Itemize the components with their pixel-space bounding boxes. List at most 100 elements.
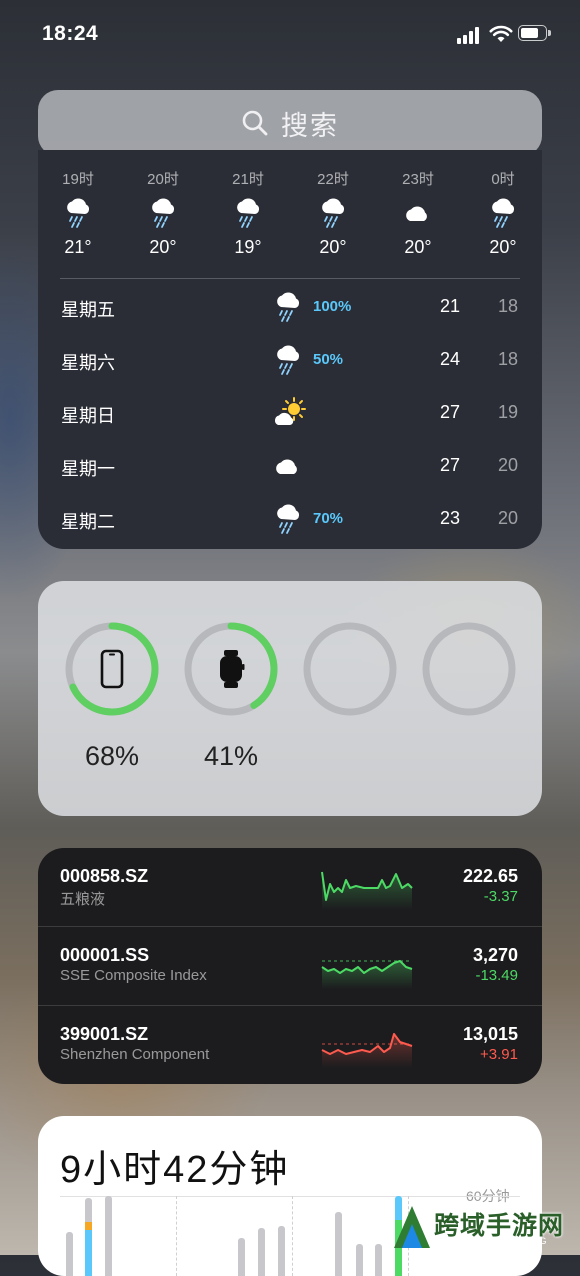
hour-label: 20时: [147, 171, 179, 188]
wifi-icon: [489, 25, 513, 42]
battery-percent: 41%: [203, 741, 259, 771]
search-bar[interactable]: 搜索: [38, 90, 542, 156]
site-watermark: 跨域手游网 KUAYUSHOUYOUWANG: [388, 1196, 580, 1255]
stock-price: 222.65: [462, 866, 518, 886]
usage-bar: [238, 1238, 245, 1276]
stock-name: SSE Composite Index: [60, 967, 207, 984]
hour-temp: 20°: [404, 237, 432, 257]
high-temp: 27: [439, 455, 460, 475]
stock-symbol: 000001.SS: [60, 945, 150, 965]
stock-row[interactable]: 000001.SS SSE Composite Index 3,270 -13.…: [38, 927, 542, 1005]
screen-time-total: 9小时42分钟: [60, 1149, 290, 1191]
hour-label: 23时: [402, 171, 434, 188]
hour-label: 19时: [62, 171, 94, 188]
day-forecast-row: 星期日 27 19: [38, 393, 542, 433]
usage-bar: [258, 1228, 265, 1276]
rain-cloud-icon: [272, 344, 304, 381]
hour-temp: 20°: [319, 237, 347, 257]
stock-symbol: 000858.SZ: [60, 866, 149, 886]
chart-gridline: [292, 1196, 294, 1276]
stock-name: Shenzhen Component: [60, 1046, 210, 1063]
usage-bar: [278, 1226, 285, 1276]
day-name: 星期日: [61, 406, 115, 426]
usage-bar: [105, 1196, 112, 1276]
usage-bar: [85, 1198, 92, 1276]
chart-gridline: [176, 1196, 178, 1276]
rain-cloud-icon: [38, 197, 118, 231]
stock-price: 3,270: [472, 945, 518, 965]
magnifier-icon: [242, 110, 268, 136]
usage-bar: [66, 1232, 73, 1276]
hour-label: 0时: [491, 171, 515, 188]
batteries-widget[interactable]: 68% 41%: [38, 581, 542, 816]
rain-cloud-icon: [123, 197, 203, 231]
day-name: 星期一: [61, 459, 115, 479]
hourly-forecast: 19时 21° 20时 20° 21时 19° 22时 20° 23时 20° …: [38, 168, 542, 268]
precip-chance: 50%: [313, 351, 344, 368]
weather-widget[interactable]: 19时 21° 20时 20° 21时 19° 22时 20° 23时 20° …: [38, 150, 542, 549]
rain-cloud-icon: [208, 197, 288, 231]
rain-cloud-icon: [272, 291, 304, 328]
hour-temp: 20°: [149, 237, 177, 257]
low-temp: 19: [497, 402, 518, 422]
day-forecast-row: 星期一 27 20: [38, 446, 542, 486]
usage-bar: [375, 1244, 382, 1276]
stock-name: 五粮液: [60, 891, 106, 908]
day-forecast-row: 星期五 100% 21 18: [38, 287, 542, 327]
high-temp: 27: [439, 402, 460, 422]
stock-change: -3.37: [483, 888, 518, 905]
day-forecast-row: 星期六 50% 24 18: [38, 340, 542, 380]
hour-label: 21时: [232, 171, 264, 188]
high-temp: 23: [439, 508, 460, 528]
cloud-icon: [378, 197, 458, 231]
high-temp: 24: [439, 349, 460, 369]
status-time: 18:24: [42, 22, 99, 45]
precip-chance: 100%: [313, 298, 352, 315]
precip-chance: 70%: [313, 510, 344, 527]
battery-icon: [518, 25, 552, 43]
low-temp: 18: [497, 296, 518, 316]
weather-divider: [60, 278, 520, 279]
hour-temp: 19°: [234, 237, 262, 257]
day-name: 星期六: [61, 353, 115, 373]
search-placeholder: 搜索: [281, 110, 339, 141]
iphone-icon: [62, 619, 162, 719]
hour-forecast: 21时 19°: [208, 168, 288, 258]
usage-bar: [356, 1244, 363, 1276]
low-temp: 20: [497, 455, 518, 475]
rain-cloud-icon: [272, 503, 304, 540]
usage-bar: [335, 1212, 342, 1276]
stock-row[interactable]: 000858.SZ 五粮液 222.65 -3.37: [38, 848, 542, 926]
hour-forecast: 23时 20°: [378, 168, 458, 258]
stock-change: +3.91: [480, 1046, 518, 1063]
stock-sparkline: [321, 1033, 413, 1068]
high-temp: 21: [439, 296, 460, 316]
hour-forecast: 19时 21°: [38, 168, 118, 258]
cloud-icon: [272, 450, 304, 487]
watermark-subtext: KUAYUSHOUYOUWANG: [428, 1236, 548, 1246]
hour-forecast: 20时 20°: [123, 168, 203, 258]
stock-symbol: 399001.SZ: [60, 1024, 149, 1044]
stocks-widget[interactable]: 000858.SZ 五粮液 222.65 -3.37 000001.SS SSE…: [38, 848, 542, 1084]
stock-sparkline: [321, 871, 413, 910]
apple-watch-icon: [181, 619, 281, 719]
battery-ring: [422, 622, 516, 716]
low-temp: 18: [497, 349, 518, 369]
rain-cloud-icon: [293, 197, 373, 231]
day-name: 星期二: [61, 512, 115, 532]
cellular-signal-icon: [457, 26, 483, 44]
hour-temp: 20°: [489, 237, 517, 257]
partly-sunny-icon: [272, 397, 308, 434]
rain-cloud-icon: [463, 197, 542, 231]
stock-change: -13.49: [475, 967, 518, 984]
day-name: 星期五: [61, 300, 115, 320]
hour-forecast: 0时 20°: [463, 168, 542, 258]
stock-sparkline: [321, 960, 413, 989]
battery-percent: 68%: [84, 741, 140, 771]
hour-forecast: 22时 20°: [293, 168, 373, 258]
hour-label: 22时: [317, 171, 349, 188]
stock-price: 13,015: [462, 1024, 518, 1044]
low-temp: 20: [497, 508, 518, 528]
stock-row[interactable]: 399001.SZ Shenzhen Component 13,015 +3.9…: [38, 1006, 542, 1084]
day-forecast-row: 星期二 70% 23 20: [38, 499, 542, 539]
